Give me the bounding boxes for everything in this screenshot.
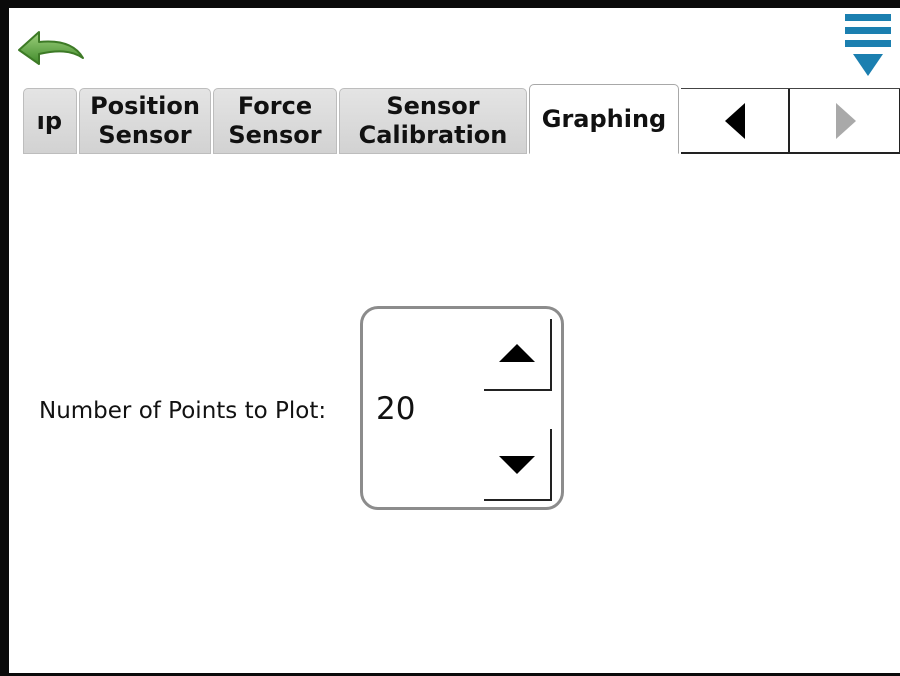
tab-scroll-controls <box>681 88 900 154</box>
back-arrow-icon <box>18 31 84 65</box>
tab-label: Force Sensor <box>228 92 322 149</box>
triangle-up-icon <box>499 344 535 362</box>
points-to-plot-value[interactable]: 20 <box>376 391 415 427</box>
back-button[interactable] <box>15 20 87 70</box>
tab-scroll-left-button[interactable] <box>681 89 790 152</box>
points-to-plot-label: Number of Points to Plot: <box>39 398 327 424</box>
decrement-button[interactable] <box>484 429 552 501</box>
triangle-left-icon <box>724 102 745 139</box>
triangle-right-icon <box>835 102 856 139</box>
tab-label: Sensor Calibration <box>358 92 508 149</box>
menu-triangle-icon <box>845 14 891 76</box>
tab-force-sensor[interactable]: Force Sensor <box>213 88 337 154</box>
increment-button[interactable] <box>484 319 552 391</box>
tab-position-sensor[interactable]: Position Sensor <box>79 88 211 154</box>
tab-bar: ıp Position Sensor Force Sensor Sensor C… <box>9 78 900 154</box>
tab-label: Graphing <box>541 104 667 133</box>
menu-button[interactable] <box>839 10 897 80</box>
tab-sensor-calibration[interactable]: Sensor Calibration <box>339 88 527 154</box>
tab-scroll-right-button[interactable] <box>792 89 900 152</box>
device-screen: ıp Position Sensor Force Sensor Sensor C… <box>0 0 900 676</box>
tab-setup-partial[interactable]: ıp <box>23 88 77 154</box>
tab-graphing[interactable]: Graphing <box>529 84 679 154</box>
tab-label: ıp <box>36 106 62 135</box>
points-to-plot-spinner[interactable]: 20 <box>360 306 564 510</box>
tab-label: Position Sensor <box>90 92 200 149</box>
triangle-down-icon <box>499 456 535 474</box>
